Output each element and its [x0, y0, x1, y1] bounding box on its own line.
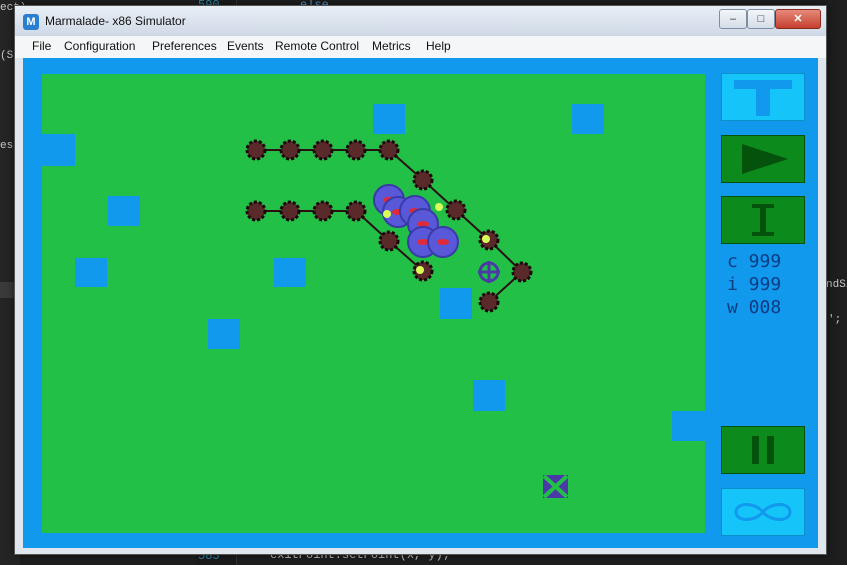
close-button[interactable]: ✕ [775, 9, 821, 29]
maximize-button[interactable]: □ [747, 9, 775, 29]
gear-node [245, 139, 267, 161]
gear-node [378, 139, 400, 161]
ide-selection-marker [0, 282, 14, 298]
menu-events[interactable]: Events [227, 39, 264, 53]
counter-c: c 999 [727, 251, 782, 272]
play-button[interactable] [721, 135, 805, 183]
menu-help[interactable]: Help [426, 39, 451, 53]
info-button[interactable] [721, 196, 805, 244]
gear-node [312, 200, 334, 222]
gear-node [378, 230, 400, 252]
exit-marker-icon [542, 474, 569, 499]
counter-i: i 999 [727, 274, 782, 295]
gear-node [511, 261, 533, 283]
gear-node [345, 139, 367, 161]
counter-w: w 008 [727, 297, 782, 318]
game-client-area: c 999 i 999 w 008 [23, 58, 818, 548]
gear-node [478, 291, 500, 313]
game-entities [245, 139, 569, 499]
simulator-window: M Marmalade- x86 Simulator – □ ✕ File Co… [14, 5, 827, 555]
spark [435, 203, 443, 211]
node-chain [245, 139, 533, 313]
gear-node [279, 200, 301, 222]
minimize-button[interactable]: – [719, 9, 747, 29]
spark [482, 235, 490, 243]
pause-button[interactable] [721, 426, 805, 474]
menu-preferences[interactable]: Preferences [152, 39, 217, 53]
menu-bar: File Configuration Preferences Events Re… [15, 36, 826, 58]
move-cursor-icon [478, 261, 500, 283]
enemy-blob [427, 226, 459, 258]
marmalade-app-icon: M [23, 14, 39, 30]
infinity-icon [734, 503, 792, 521]
pause-icon [752, 436, 774, 464]
gear-node [412, 169, 434, 191]
ide-fragment-5: '; [828, 314, 842, 326]
gear-node [279, 139, 301, 161]
infinite-button[interactable] [721, 488, 805, 536]
menu-file[interactable]: File [32, 39, 51, 53]
spark [383, 210, 391, 218]
T-icon [734, 80, 792, 116]
ide-fragment-4: ndSi [826, 279, 847, 291]
gear-node [445, 199, 467, 221]
ide-fragment-3: es [0, 140, 14, 152]
tower-button[interactable] [721, 73, 805, 121]
title-bar[interactable]: M Marmalade- x86 Simulator – □ ✕ [15, 6, 826, 36]
I-icon [752, 204, 774, 236]
menu-configuration[interactable]: Configuration [64, 39, 135, 53]
gear-node [245, 200, 267, 222]
gear-node [312, 139, 334, 161]
menu-remote-control[interactable]: Remote Control [275, 39, 359, 53]
game-board[interactable] [42, 74, 705, 533]
gear-node [345, 200, 367, 222]
window-title: Marmalade- x86 Simulator [45, 14, 186, 28]
menu-metrics[interactable]: Metrics [372, 39, 411, 53]
play-icon [742, 144, 788, 174]
spark [416, 266, 424, 274]
